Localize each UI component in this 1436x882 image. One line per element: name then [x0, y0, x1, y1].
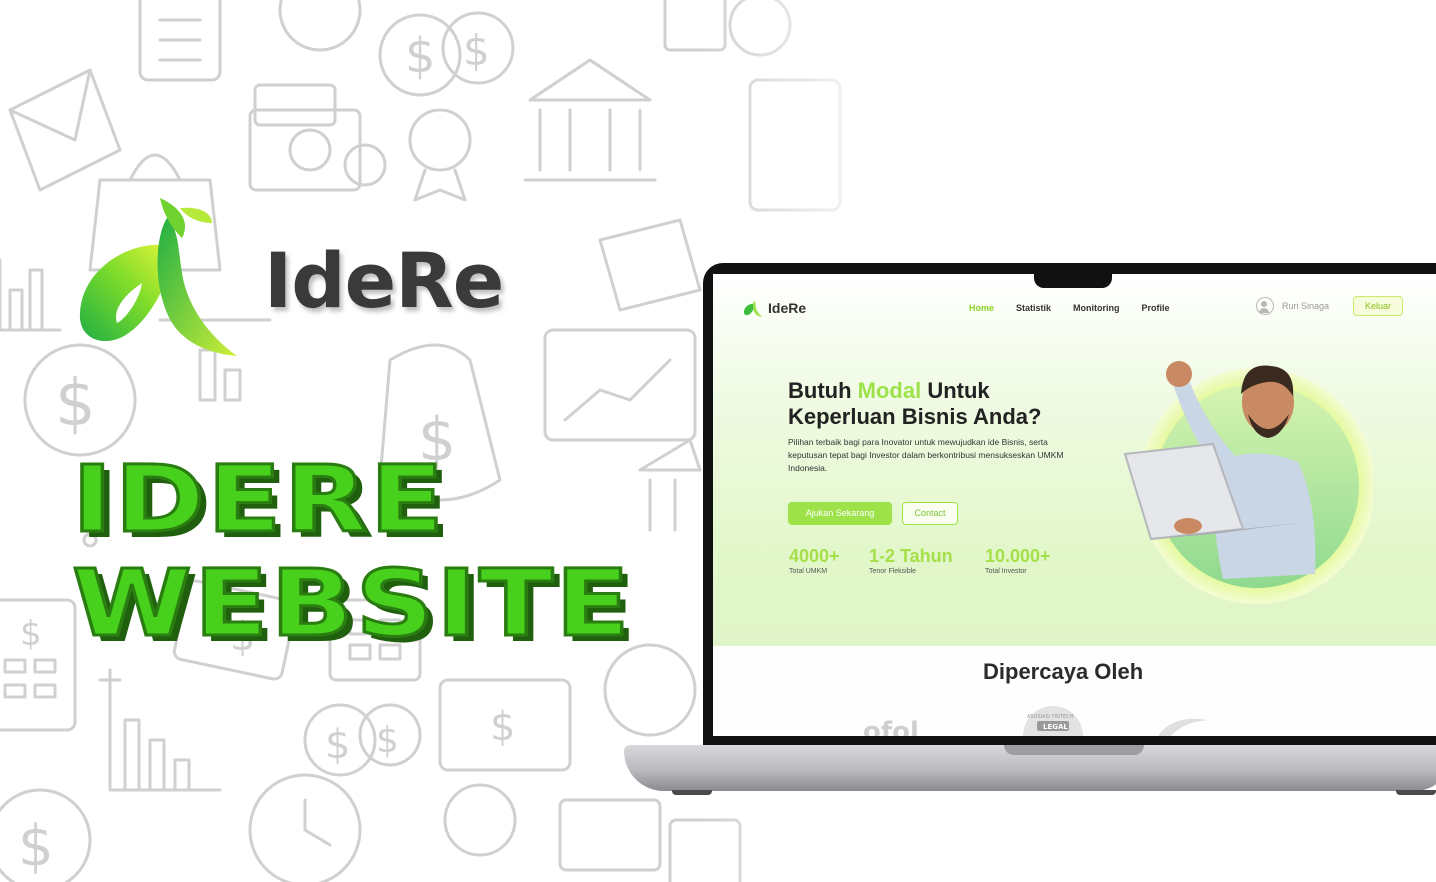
site-logo-text: IdeRe: [768, 300, 807, 316]
stat-label: Total Investor: [985, 568, 1027, 575]
partner-badge-line-2: LEGAL: [1043, 723, 1068, 731]
hero-title-accent: Modal: [857, 378, 922, 403]
nav-links: Home Statistik Monitoring Profile: [969, 303, 1192, 313]
stat-tenor: 1-2 Tahun Tenor Fleksible: [869, 546, 953, 575]
brand-name: IdeRe: [264, 236, 504, 325]
nav-link-home[interactable]: Home: [969, 303, 994, 313]
user-name: Ruri Sinaga: [1282, 301, 1330, 311]
contact-button[interactable]: Contact: [902, 502, 958, 525]
partner-badge-line-1: ASOSIASI FINTECH: [1027, 714, 1074, 720]
svg-text:$: $: [20, 614, 42, 654]
laptop-screen: IdeRe Home Statistik Monitoring Profile …: [713, 274, 1436, 736]
svg-text:$: $: [55, 367, 96, 441]
stat-value: 1-2 Tahun: [869, 546, 953, 566]
site-logo[interactable]: IdeRe: [743, 298, 806, 318]
stat-label: Total UMKM: [789, 568, 828, 575]
idere-logo-icon: [79, 198, 237, 356]
hero-title-line-2: Keperluan Bisnis Anda?: [788, 404, 1042, 429]
laptop-notch: [1034, 268, 1112, 288]
headline-line-2: WEBSITE: [70, 550, 632, 657]
nav-link-statistik[interactable]: Statistik: [1016, 303, 1051, 313]
svg-text:$: $: [405, 28, 436, 84]
stat-value: 10.000+: [985, 546, 1051, 566]
user-avatar-icon: [1256, 297, 1274, 315]
trusted-section: Dipercaya Oleh ofol ASOSIASI FINTECH LEG…: [713, 646, 1436, 736]
svg-text:ofol: ofol: [863, 717, 919, 736]
svg-text:$: $: [18, 814, 54, 879]
stat-total-umkm: 4000+ Total UMKM: [789, 546, 840, 575]
site-hero-section: IdeRe Home Statistik Monitoring Profile …: [713, 274, 1436, 646]
hero-title: Butuh Modal Untuk Keperluan Bisnis Anda?: [788, 378, 1041, 430]
svg-text:$: $: [325, 722, 350, 768]
brand-lockup: IdeRe: [72, 198, 504, 363]
logout-button[interactable]: Keluar: [1353, 296, 1403, 316]
laptop-foot-left: [672, 790, 712, 795]
laptop-base-groove: [1004, 745, 1144, 755]
partner-badge-logo: ASOSIASI FINTECH LEGAL: [1023, 706, 1083, 736]
hero-title-part-1: Butuh: [788, 378, 858, 403]
svg-text:$: $: [376, 720, 399, 761]
nav-link-monitoring[interactable]: Monitoring: [1073, 303, 1120, 313]
svg-text:$: $: [463, 26, 490, 75]
nav-link-profile[interactable]: Profile: [1142, 303, 1170, 313]
headline-line-1: IDERE: [70, 446, 447, 553]
headline: IDERE WEBSITE: [70, 446, 632, 657]
user-menu[interactable]: Ruri Sinaga: [1256, 297, 1329, 315]
stat-value: 4000+: [789, 546, 840, 566]
stat-label: Tenor Fleksible: [869, 568, 917, 575]
laptop-foot-right: [1396, 790, 1436, 795]
partner-logo-ofol: ofol: [863, 717, 919, 736]
stat-total-investor: 10.000+ Total Investor: [985, 546, 1051, 575]
partner-logo-swoosh: [1158, 718, 1208, 736]
trusted-title: Dipercaya Oleh: [983, 659, 1144, 684]
apply-now-button[interactable]: Ajukan Sekarang: [788, 502, 892, 525]
hero-person-image: [1123, 361, 1373, 604]
idere-logo-icon: [743, 300, 763, 317]
hero-title-part-2: Untuk: [921, 378, 990, 403]
site-navbar: IdeRe Home Statistik Monitoring Profile …: [713, 292, 1436, 324]
hero-description: Pilihan terbaik bagi para Inovator untuk…: [788, 437, 1064, 473]
svg-text:$: $: [490, 704, 515, 750]
